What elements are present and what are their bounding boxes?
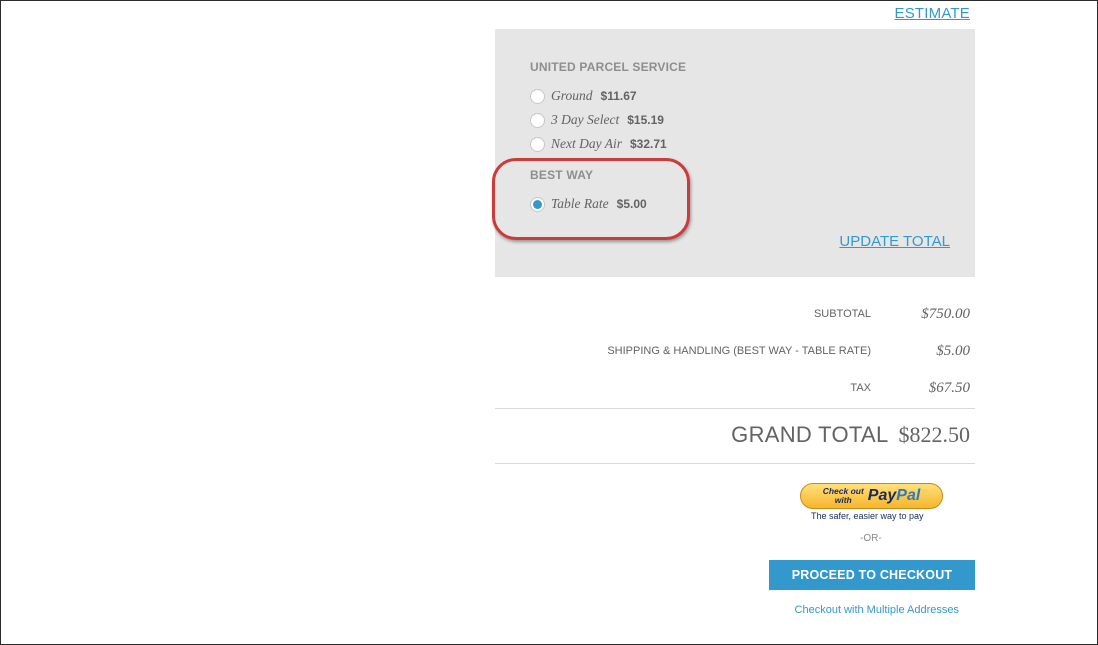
rate-name: Table Rate [551, 196, 609, 211]
rate-option-ground[interactable]: Ground $11.67 [530, 87, 637, 105]
checkout-multiple-addresses-link[interactable]: Checkout with Multiple Addresses [795, 604, 959, 616]
proceed-to-checkout-button[interactable]: PROCEED TO CHECKOUT [769, 560, 975, 590]
carrier-title-ups: UNITED PARCEL SERVICE [530, 60, 687, 74]
rate-name: 3 Day Select [551, 112, 620, 127]
rate-price: $11.67 [600, 89, 637, 103]
paypal-checkout-line-2: with [834, 495, 852, 505]
divider [495, 408, 975, 409]
paypal-checkout-text: Check out with [823, 487, 864, 505]
paypal-logo-pay: Pay [867, 487, 897, 504]
paypal-logo: PayPal [868, 487, 920, 505]
subtotal-label: SUBTOTAL [813, 308, 871, 320]
tax-label: TAX [850, 382, 871, 394]
rate-option-table-rate[interactable]: Table Rate $5.00 [530, 195, 647, 213]
grand-total-value: $822.50 [898, 422, 971, 447]
paypal-checkout-button[interactable]: Check out with PayPal [800, 483, 943, 509]
rate-price: $32.71 [630, 137, 667, 151]
radio-button[interactable] [530, 112, 545, 128]
estimate-link[interactable]: ESTIMATE [895, 5, 971, 22]
radio-button[interactable] [530, 136, 545, 152]
carrier-title-best-way: BEST WAY [530, 168, 594, 182]
shipping-handling-label: SHIPPING & HANDLING (BEST WAY - TABLE RA… [607, 345, 871, 357]
shipping-handling-value: $5.00 [936, 343, 970, 359]
tax-value: $67.50 [928, 380, 970, 396]
divider [495, 463, 975, 464]
rate-name: Next Day Air [551, 136, 622, 151]
shipping-methods-panel: UNITED PARCEL SERVICE Ground $11.67 3 Da… [495, 29, 975, 277]
rate-option-next-day-air[interactable]: Next Day Air $32.71 [530, 135, 667, 153]
rate-option-3-day-select[interactable]: 3 Day Select $15.19 [530, 111, 664, 129]
rate-price: $15.19 [627, 113, 664, 127]
radio-button-selected[interactable] [530, 196, 545, 212]
paypal-tagline: The safer, easier way to pay [811, 511, 924, 521]
grand-total: GRAND TOTAL $822.50 [731, 422, 970, 448]
subtotal-value: $750.00 [921, 306, 970, 322]
rate-name: Ground [551, 88, 593, 103]
rate-price: $5.00 [616, 197, 647, 211]
paypal-logo-pal: Pal [896, 487, 921, 504]
grand-total-label: GRAND TOTAL [731, 422, 889, 447]
radio-button[interactable] [530, 88, 545, 104]
update-total-link[interactable]: UPDATE TOTAL [839, 233, 950, 250]
or-separator: -OR- [860, 533, 882, 544]
